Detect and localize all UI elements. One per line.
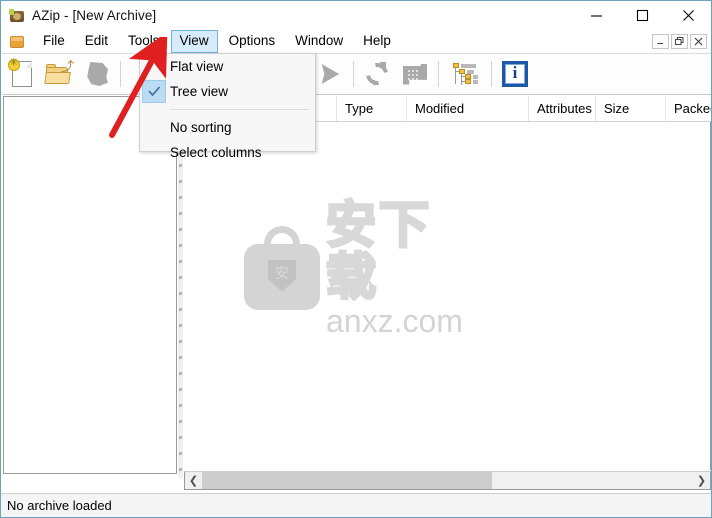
title-bar: AZip - [New Archive] (1, 1, 711, 30)
menu-item-no-sorting[interactable]: No sorting (140, 115, 315, 140)
checkmark-icon (142, 80, 166, 103)
azip-main-window: AZip - [New Archive] File Edit Tools Vie… (0, 0, 712, 518)
splitter-grip-dot (179, 228, 182, 231)
splitter-grip-dot (179, 212, 182, 215)
new-archive-button[interactable] (2, 54, 40, 94)
open-archive-button[interactable]: ⤴ (40, 54, 78, 94)
splitter-grip-dot (179, 292, 182, 295)
mdi-app-icon[interactable] (9, 34, 25, 50)
splitter-grip-dot (179, 340, 182, 343)
toolbar-separator (438, 61, 439, 87)
window-controls (573, 1, 711, 30)
menu-view[interactable]: View (170, 30, 218, 53)
minimize-button[interactable] (573, 1, 619, 30)
mdi-window-controls (652, 34, 707, 49)
file-list-pane[interactable]: 安下载 anxz.com (184, 122, 711, 470)
folder-tree-icon (451, 62, 479, 86)
info-button[interactable] (496, 54, 534, 94)
watermark-chinese-text: 安下载 (325, 195, 432, 306)
scroll-right-arrow-icon[interactable]: ❯ (693, 472, 710, 489)
menu-item-label: No sorting (170, 120, 232, 135)
column-header-size[interactable]: Size (595, 96, 665, 121)
open-folder-icon: ⤴ (44, 60, 74, 86)
info-icon (502, 61, 528, 87)
menu-help[interactable]: Help (354, 30, 400, 53)
menu-item-tree-view[interactable]: Tree view (140, 79, 315, 104)
column-header-packed[interactable]: Packed (665, 96, 711, 121)
menu-item-flat-view[interactable]: Flat view (140, 54, 315, 79)
extract-icon (321, 64, 340, 84)
splitter-grip-dot (179, 260, 182, 263)
refresh-icon (361, 58, 393, 90)
toolbar-separator (353, 61, 354, 87)
menu-item-select-columns[interactable]: Select columns (140, 140, 315, 165)
check-placeholder (142, 141, 166, 164)
toolbar-separator (491, 61, 492, 87)
view-dropdown-menu: Flat view Tree view No sorting Select co… (139, 53, 316, 160)
folder-tree-button[interactable] (443, 54, 487, 94)
watermark-logo: 安下载 anxz.com (244, 197, 474, 337)
splitter-grip-dot (179, 356, 182, 359)
menu-item-label: Select columns (170, 145, 262, 160)
watermark-domain-text: anxz.com (326, 302, 463, 339)
check-placeholder (142, 116, 166, 139)
app-icon (9, 8, 25, 24)
column-header-attributes[interactable]: Attributes (528, 96, 595, 121)
test-archive-icon (403, 63, 427, 85)
maximize-button[interactable] (619, 1, 665, 30)
splitter-grip-dot (179, 324, 182, 327)
refresh-button[interactable] (358, 54, 396, 94)
status-bar: No archive loaded (1, 493, 711, 517)
splitter-grip-dot (179, 196, 182, 199)
window-title: AZip - [New Archive] (32, 8, 157, 23)
menu-window[interactable]: Window (286, 30, 352, 53)
toolbar-separator (120, 61, 121, 87)
scroll-left-arrow-icon[interactable]: ❮ (185, 472, 202, 489)
splitter-grip-dot (179, 372, 182, 375)
close-button[interactable] (665, 1, 711, 30)
splitter-grip-dot (179, 404, 182, 407)
hscrollbar-track[interactable] (202, 472, 693, 489)
splitter-grip-dot (179, 276, 182, 279)
mdi-restore-button[interactable] (671, 34, 688, 49)
menu-file[interactable]: File (34, 30, 74, 53)
menu-item-label: Flat view (170, 59, 224, 74)
splitter-grip-dot (179, 308, 182, 311)
splitter-grip-dot (179, 388, 182, 391)
splitter-grip-dot (179, 420, 182, 423)
close-archive-button[interactable] (78, 54, 116, 94)
column-header-modified[interactable]: Modified (406, 96, 528, 121)
menu-edit[interactable]: Edit (76, 30, 117, 53)
menu-tools[interactable]: Tools (119, 30, 169, 53)
column-header-type[interactable]: Type (336, 96, 406, 121)
splitter-grip-dot (179, 244, 182, 247)
bag-icon (244, 225, 320, 310)
file-list-hscrollbar[interactable]: ❮ ❯ (184, 471, 711, 490)
toolbar: ⤴ (2, 53, 711, 95)
menu-item-label: Tree view (170, 84, 229, 99)
mdi-minimize-button[interactable] (652, 34, 669, 49)
hscrollbar-thumb[interactable] (202, 472, 492, 489)
menu-bar: File Edit Tools View Options Window Help (1, 30, 711, 53)
splitter-grip-dot (179, 468, 182, 471)
test-archive-button[interactable] (396, 54, 434, 94)
splitter-grip-dot (179, 180, 182, 183)
menu-separator (170, 109, 309, 110)
extract-button[interactable] (311, 54, 349, 94)
new-archive-icon (8, 57, 34, 89)
splitter-grip-dot (179, 452, 182, 455)
close-archive-icon (87, 62, 108, 86)
menu-options[interactable]: Options (220, 30, 285, 53)
splitter-grip-dot (179, 436, 182, 439)
mdi-close-button[interactable] (690, 34, 707, 49)
check-placeholder (142, 55, 166, 78)
